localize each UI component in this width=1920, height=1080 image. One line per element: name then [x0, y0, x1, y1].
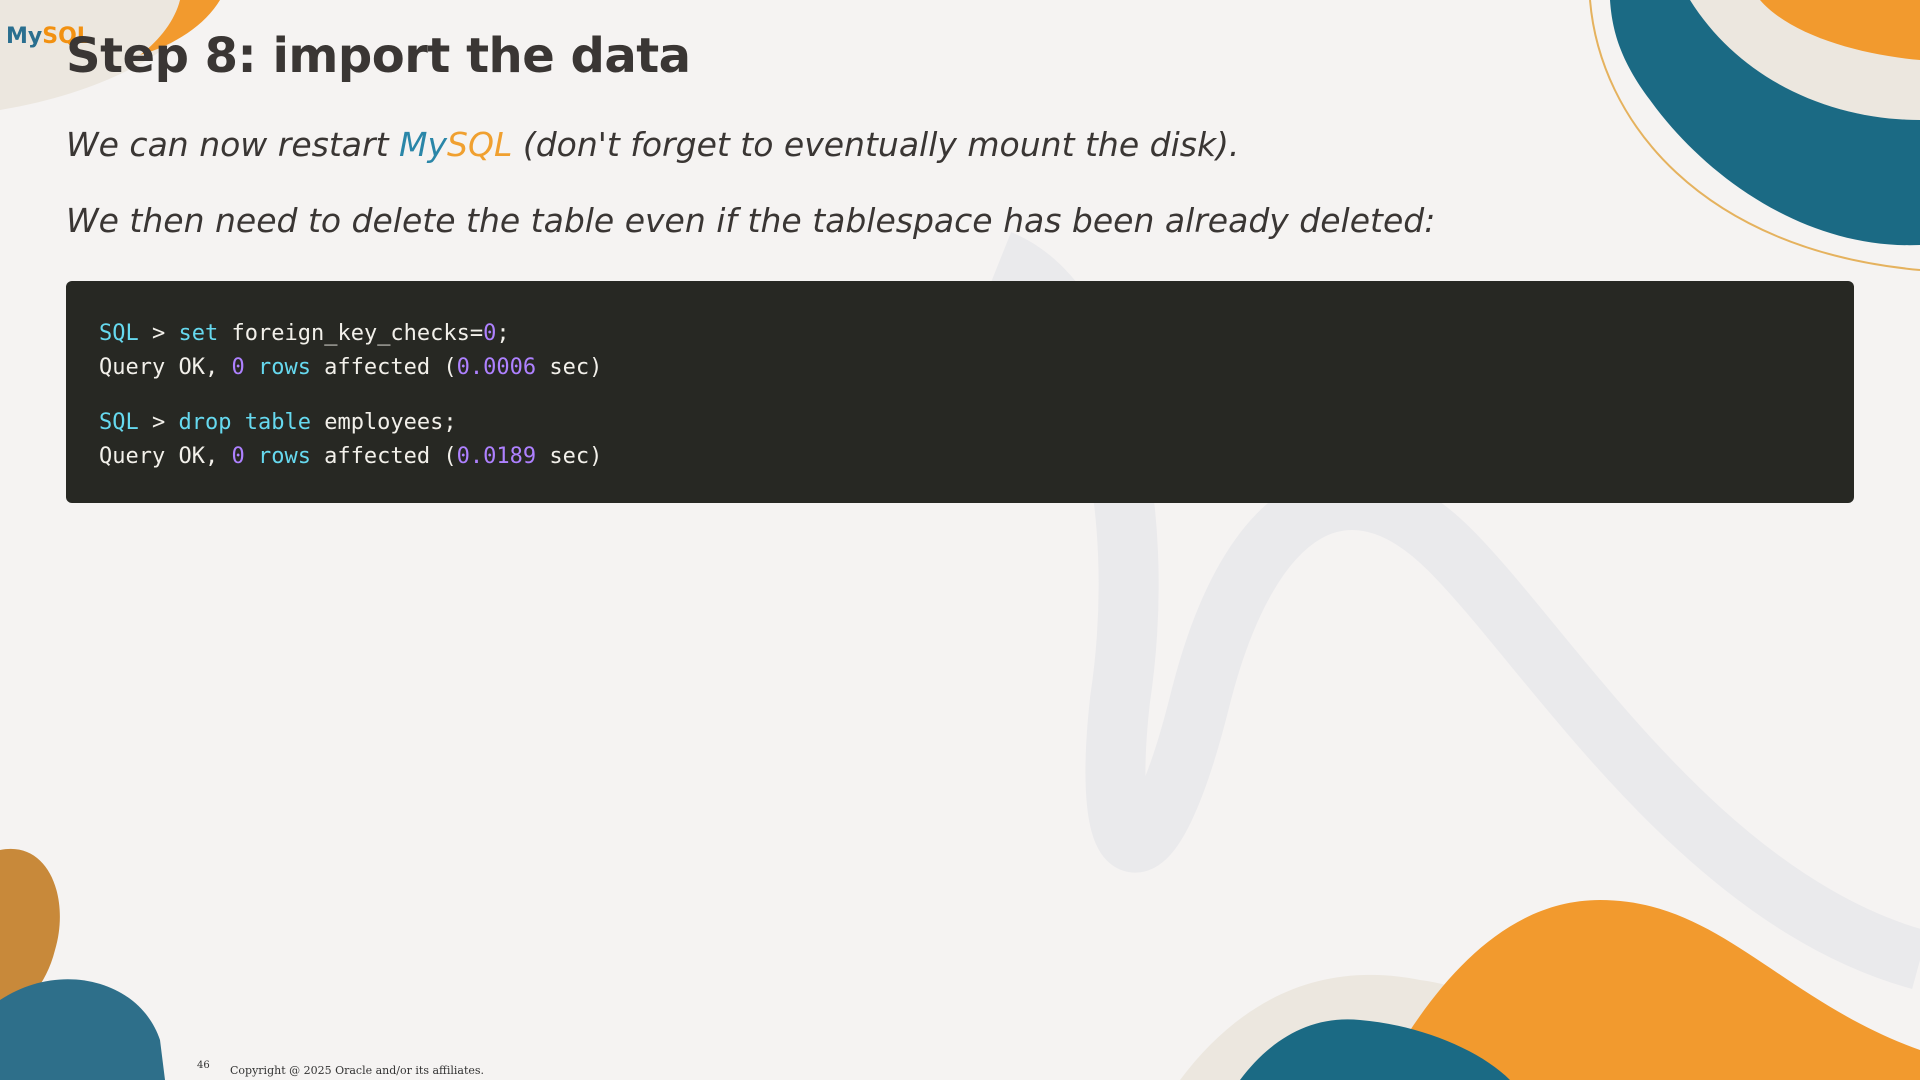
instruction-paragraph: We then need to delete the table even if…	[66, 201, 1436, 240]
code-line-command-2: SQL > drop table employees;	[99, 410, 457, 435]
code-gap	[99, 385, 1821, 406]
copyright-notice: Copyright @ 2025 Oracle and/or its affil…	[230, 1064, 485, 1077]
code-line-result-2: Query OK, 0 rows affected (0.0189 sec)	[99, 444, 603, 469]
code-block: SQL > set foreign_key_checks=0; Query OK…	[66, 281, 1854, 503]
code-line-result-1: Query OK, 0 rows affected (0.0006 sec)	[99, 355, 603, 380]
intro-paragraph: We can now restart MySQL (don't forget t…	[66, 125, 1240, 164]
slide-title: Step 8: import the data	[66, 28, 691, 84]
bottom-left-teal	[0, 979, 165, 1080]
code-line-command-1: SQL > set foreign_key_checks=0;	[99, 321, 510, 346]
page-number: 46	[197, 1060, 210, 1071]
